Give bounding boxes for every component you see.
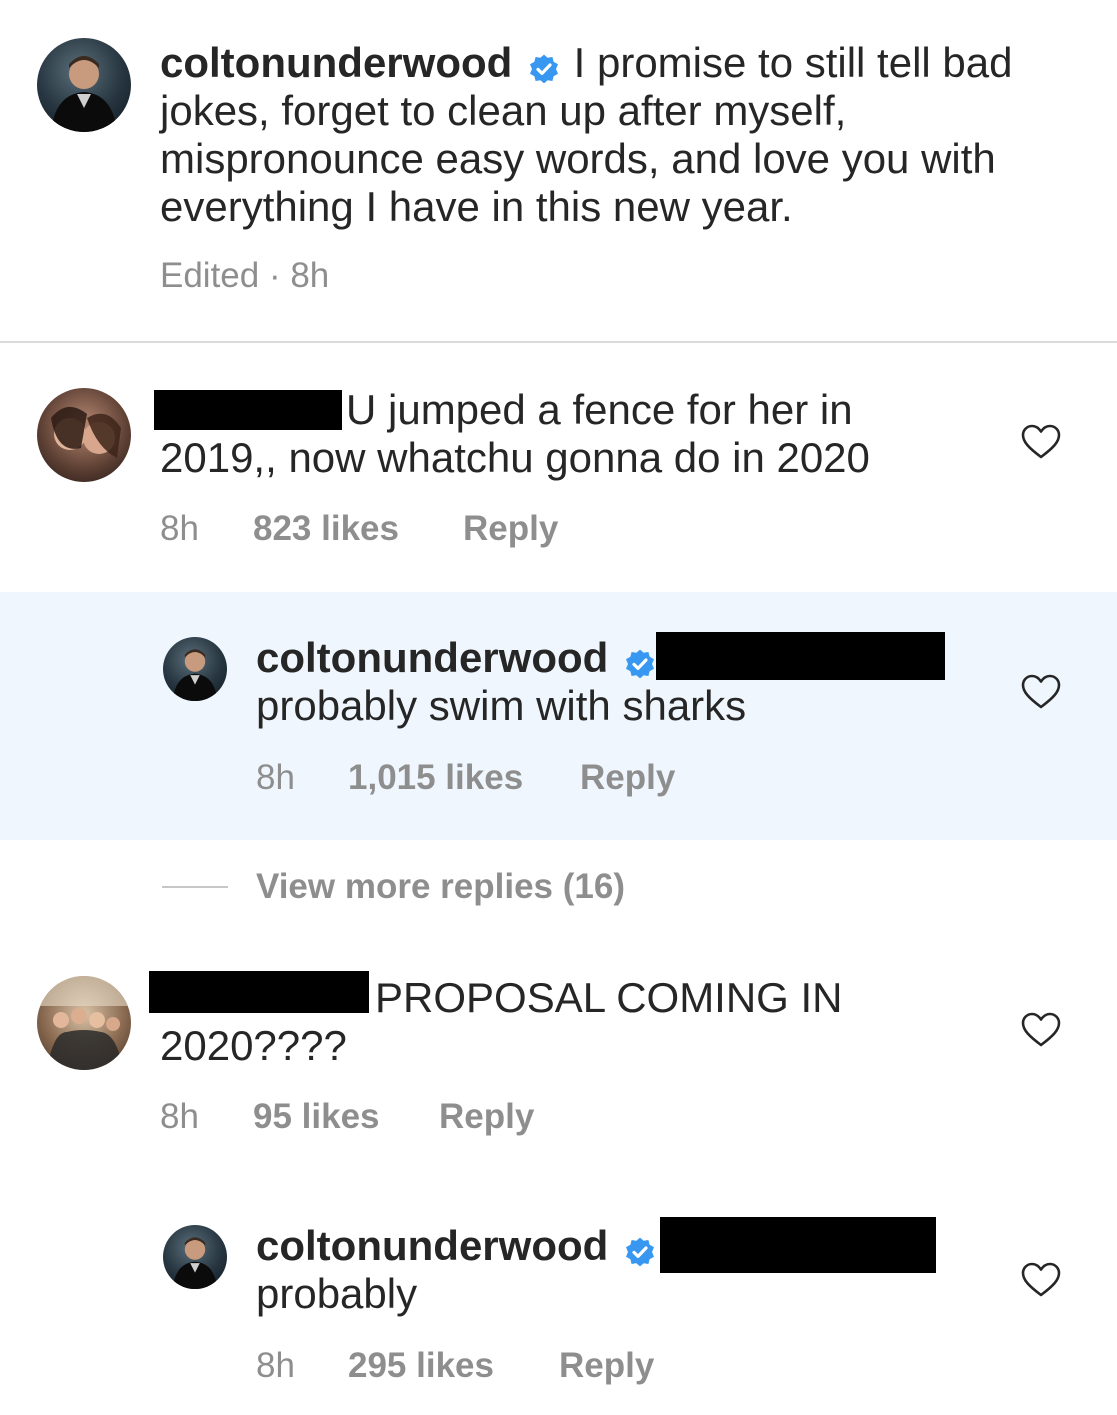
reply-time: 8h	[256, 1346, 295, 1385]
redacted-mention	[656, 632, 945, 680]
caption-meta: Edited · 8h	[160, 256, 330, 295]
reply-time: 8h	[256, 758, 295, 797]
reply-avatar[interactable]	[163, 637, 227, 701]
divider	[0, 341, 1117, 343]
comment-likes[interactable]: 95 likes	[253, 1097, 380, 1137]
caption-username[interactable]: coltonunderwood	[160, 39, 512, 86]
reply-likes[interactable]: 1,015 likes	[348, 758, 523, 798]
caption-text-line2: jokes, forget to clean up after myself,	[160, 87, 847, 134]
redacted-mention	[660, 1217, 936, 1273]
caption-text-line4: everything I have in this new year.	[160, 183, 793, 230]
reply-button[interactable]: Reply	[439, 1097, 534, 1137]
heart-outline-icon[interactable]	[1021, 674, 1061, 710]
reply-avatar[interactable]	[163, 1225, 227, 1289]
caption-avatar[interactable]	[37, 38, 131, 132]
heart-outline-icon[interactable]	[1021, 1012, 1061, 1048]
heart-outline-icon[interactable]	[1021, 1262, 1061, 1298]
comment-text-line1: U jumped a fence for her in	[346, 386, 853, 433]
comment-text-line2: 2020????	[160, 1022, 347, 1069]
verified-badge-icon	[528, 47, 560, 84]
caption-text-line3: mispronounce easy words, and love you wi…	[160, 135, 996, 182]
comment-time: 8h	[160, 509, 199, 548]
reply-username[interactable]: coltonunderwood	[256, 1222, 608, 1269]
comment-likes[interactable]: 823 likes	[253, 509, 399, 549]
commenter-avatar[interactable]	[37, 388, 131, 482]
verified-badge-icon	[624, 642, 656, 679]
reply-button[interactable]: Reply	[463, 509, 558, 549]
reply-text: probably	[256, 1270, 418, 1317]
reply-button[interactable]: Reply	[559, 1346, 654, 1386]
reply-likes[interactable]: 295 likes	[348, 1346, 494, 1386]
view-more-line	[162, 886, 228, 888]
comment-time: 8h	[160, 1097, 199, 1136]
comment-text-line2: 2019,, now whatchu gonna do in 2020	[160, 434, 870, 481]
reply-username[interactable]: coltonunderwood	[256, 634, 608, 681]
caption-text-line1: I promise to still tell bad	[573, 39, 1013, 86]
verified-badge-icon	[624, 1230, 656, 1267]
view-more-replies-button[interactable]: View more replies (16)	[256, 867, 625, 907]
comment-text-line1: PROPOSAL COMING IN	[375, 974, 843, 1021]
heart-outline-icon[interactable]	[1021, 424, 1061, 460]
reply-button[interactable]: Reply	[580, 758, 675, 798]
commenter-avatar[interactable]	[37, 976, 131, 1070]
reply-text: probably swim with sharks	[256, 682, 747, 729]
